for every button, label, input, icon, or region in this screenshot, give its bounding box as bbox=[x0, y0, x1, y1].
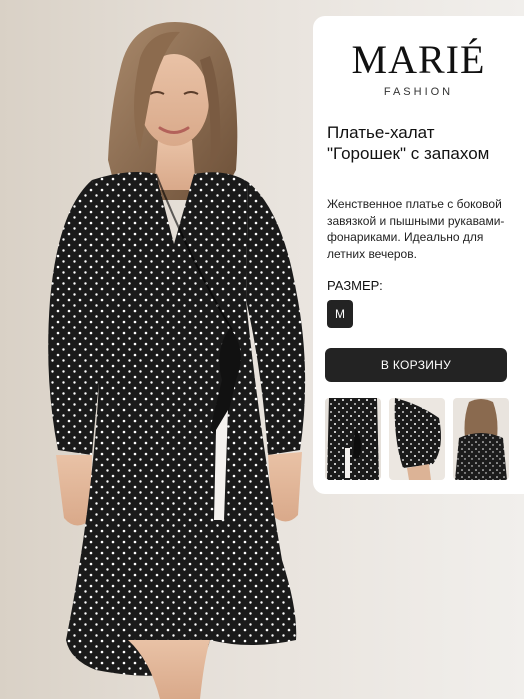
thumbnail-2[interactable] bbox=[389, 398, 445, 480]
thumbnail-3[interactable] bbox=[453, 398, 509, 480]
thumbnail-gallery bbox=[325, 398, 511, 482]
brand-tagline: FASHION bbox=[383, 86, 454, 98]
brand-logo: MARIÉ bbox=[351, 37, 486, 82]
size-option-m[interactable]: M bbox=[327, 300, 353, 328]
product-title: Платье-халат "Горошек" с запахом bbox=[327, 123, 490, 163]
product-card: MARIÉ FASHION Платье-халат "Горошек" с з… bbox=[313, 16, 524, 494]
size-label: РАЗМЕР: bbox=[327, 278, 383, 293]
product-description: Женственное платье с боковой завязкой и … bbox=[327, 197, 505, 261]
thumbnail-1[interactable] bbox=[325, 398, 381, 480]
add-to-cart-button[interactable]: В КОРЗИНУ bbox=[325, 348, 507, 382]
